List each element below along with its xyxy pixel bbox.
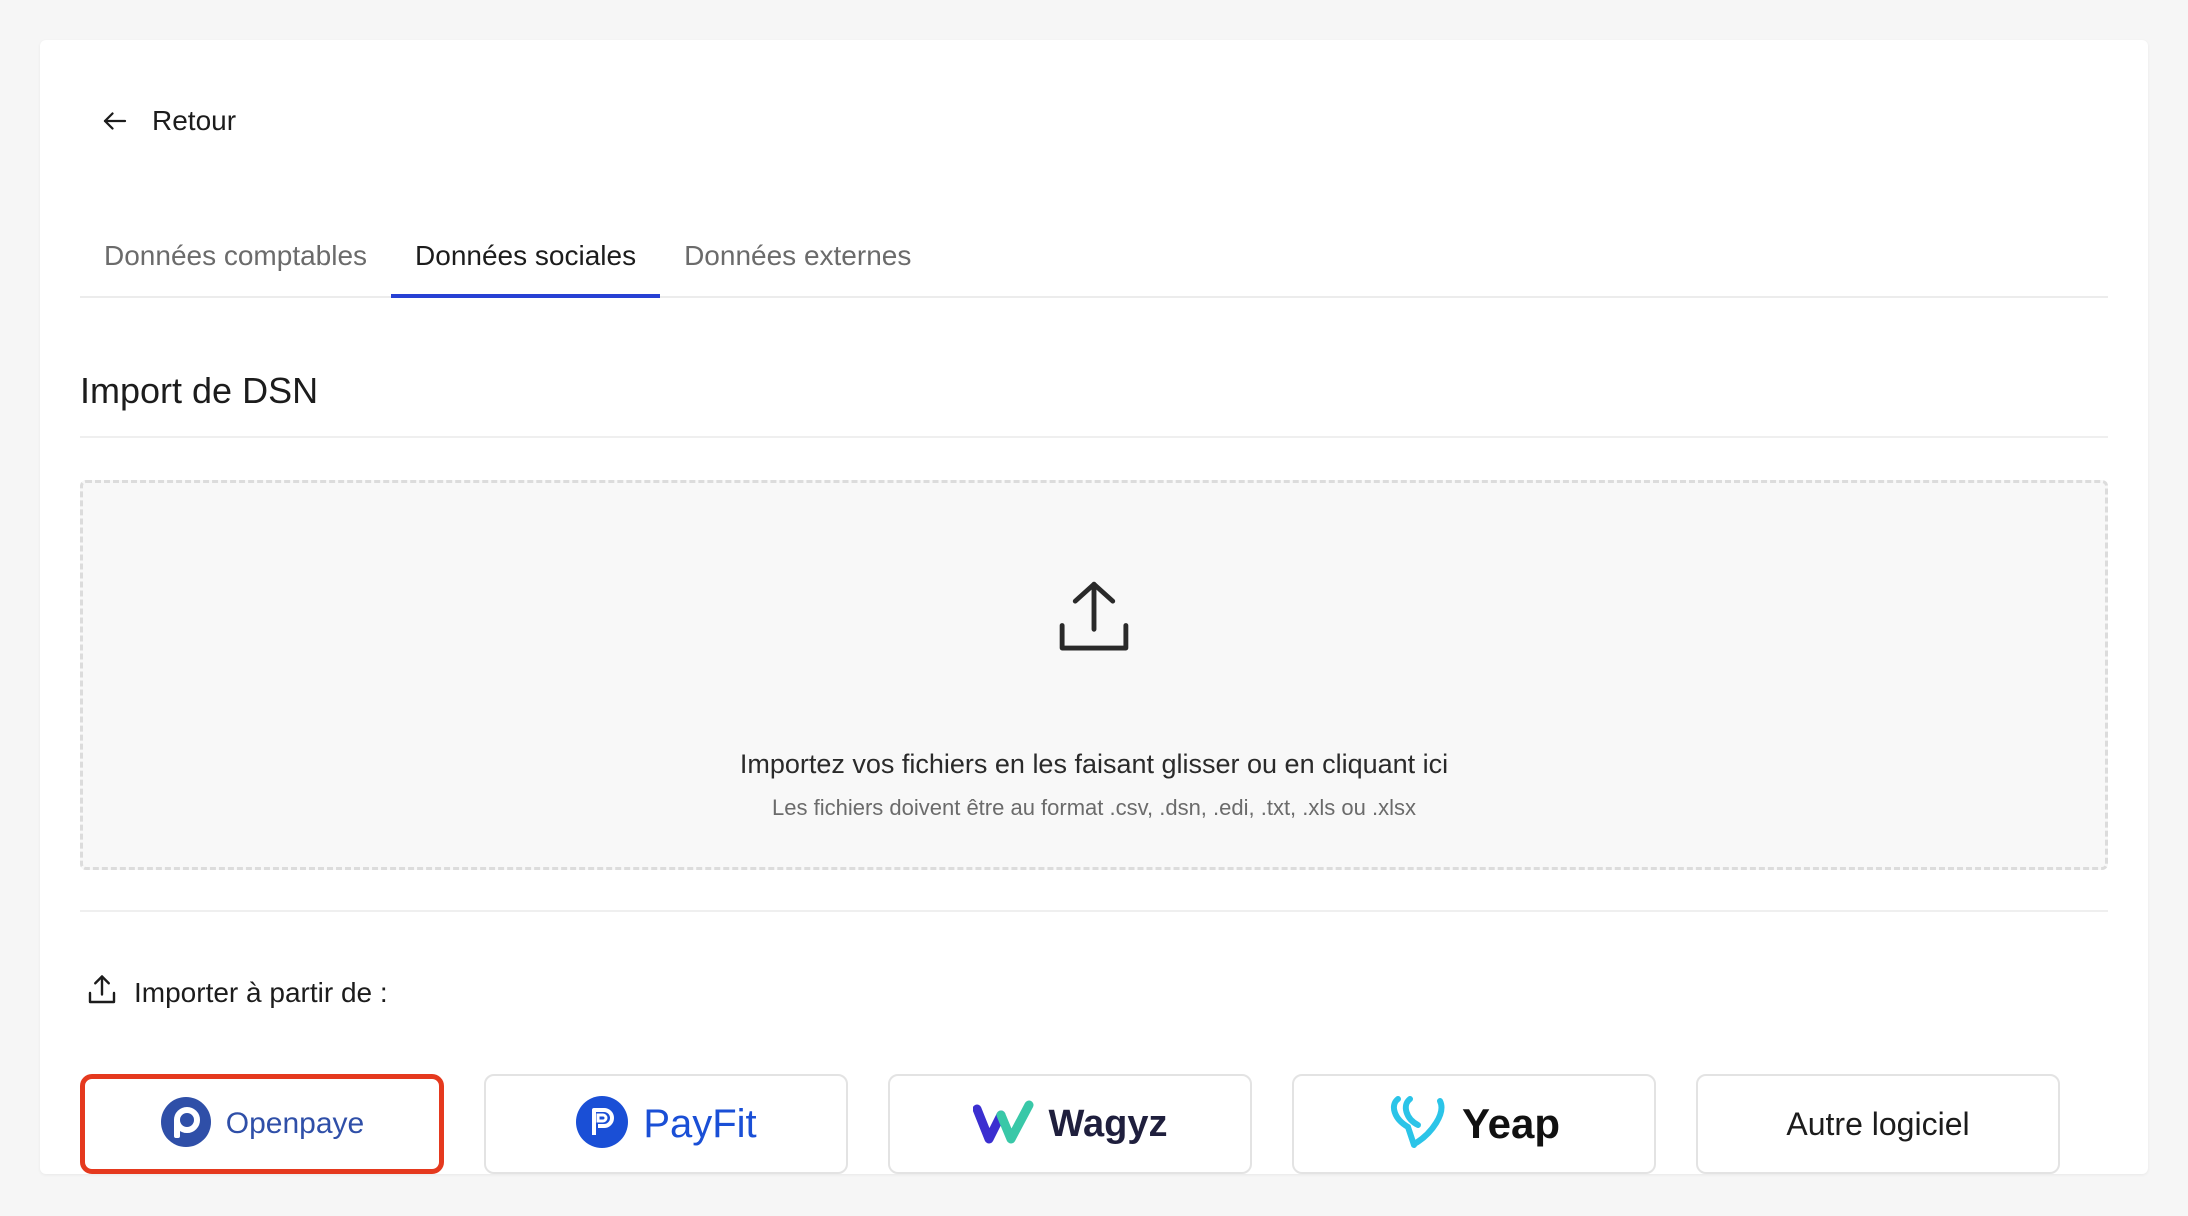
- import-from-label: Importer à partir de :: [134, 976, 388, 1008]
- wagyz-logo-icon: [972, 1099, 1035, 1150]
- back-label: Retour: [152, 105, 237, 136]
- provider-payfit-label: PayFit: [643, 1101, 757, 1146]
- payfit-logo-icon: [575, 1095, 629, 1154]
- section-title: Import de DSN: [80, 370, 319, 411]
- import-from-heading: Importer à partir de :: [84, 972, 388, 1013]
- provider-list: Openpaye PayFit Wagyz Yeap Autre logicie…: [80, 1074, 2060, 1174]
- back-button[interactable]: Retour: [100, 92, 236, 150]
- tab-donnees-externes[interactable]: Données externes: [660, 220, 935, 296]
- provider-openpaye-button[interactable]: Openpaye: [80, 1074, 444, 1174]
- section-divider: [80, 436, 2108, 438]
- provider-other-button[interactable]: Autre logiciel: [1696, 1074, 2060, 1174]
- dropzone-title: Importez vos fichiers en les faisant gli…: [739, 749, 1449, 779]
- provider-yeap-button[interactable]: Yeap: [1292, 1074, 1656, 1174]
- upload-icon: [1049, 573, 1139, 668]
- provider-other-label: Autre logiciel: [1786, 1105, 1970, 1142]
- upload-small-icon: [84, 972, 120, 1013]
- dropzone-subtitle: Les fichiers doivent être au format .csv…: [772, 795, 1416, 820]
- provider-payfit-button[interactable]: PayFit: [484, 1074, 848, 1174]
- import-divider: [80, 910, 2108, 912]
- main-card: Retour Données comptables Données social…: [40, 40, 2148, 1174]
- provider-yeap-label: Yeap: [1461, 1100, 1561, 1147]
- yeap-logo-icon: [1388, 1093, 1448, 1156]
- provider-wagyz-label: Wagyz: [1048, 1102, 1168, 1145]
- provider-openpaye-label: Openpaye: [225, 1107, 365, 1140]
- provider-wagyz-button[interactable]: Wagyz: [888, 1074, 1252, 1174]
- tab-bar: Données comptables Données sociales Donn…: [80, 220, 2108, 298]
- tab-donnees-comptables[interactable]: Données comptables: [80, 220, 391, 296]
- arrow-left-icon: [100, 106, 130, 136]
- tab-donnees-sociales[interactable]: Données sociales: [391, 220, 661, 298]
- file-dropzone[interactable]: Importez vos fichiers en les faisant gli…: [80, 480, 2108, 870]
- openpaye-logo-icon: [160, 1096, 212, 1153]
